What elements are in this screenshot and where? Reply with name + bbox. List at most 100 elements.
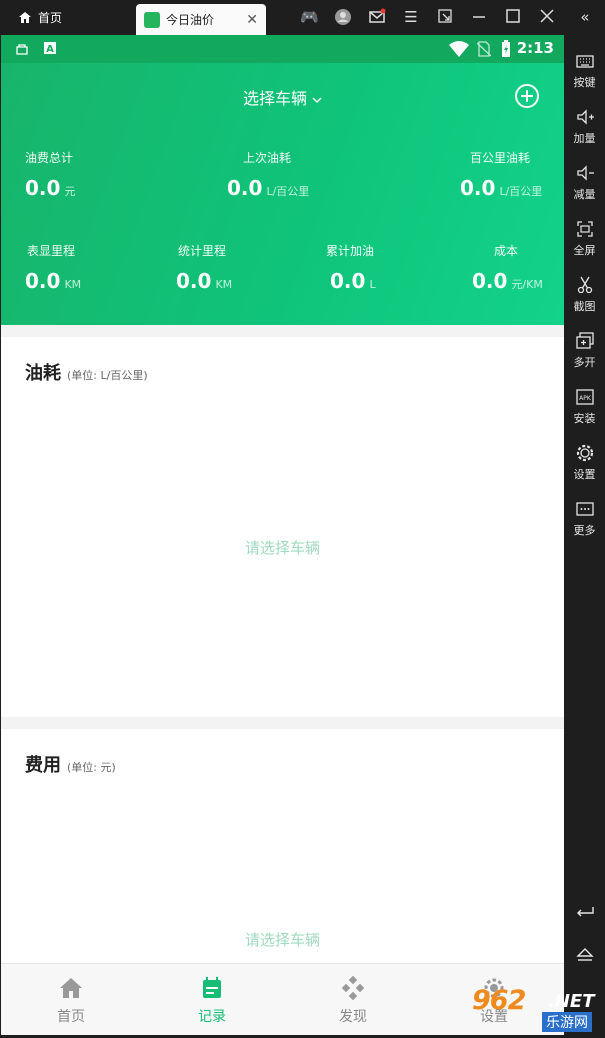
tab-home[interactable]: 首页 bbox=[36, 976, 106, 1026]
add-vehicle-icon[interactable] bbox=[514, 83, 540, 109]
card-title: 油耗 (单位: L/百公里) bbox=[25, 359, 148, 385]
sidebar-item-label: 安装 bbox=[573, 412, 596, 425]
empty-placeholder[interactable]: 请选择车辆 bbox=[1, 537, 564, 558]
home-tab-label: 首页 bbox=[38, 11, 63, 25]
sidebar-item-label: 多开 bbox=[573, 356, 596, 369]
watermark-domain: .NET bbox=[548, 991, 595, 1012]
app-tab[interactable]: 今日油价 ✕ bbox=[136, 4, 266, 35]
minimize-icon[interactable] bbox=[470, 8, 488, 26]
window-close-icon[interactable] bbox=[538, 8, 556, 26]
sidebar-item-fullscreen[interactable]: 全屏 bbox=[564, 219, 605, 258]
scissors-icon bbox=[577, 276, 592, 294]
sidebar-item-keys[interactable]: 按键 bbox=[564, 51, 605, 90]
app-icon bbox=[144, 11, 160, 28]
multi-instance-icon bbox=[575, 332, 594, 349]
stat-value: 0.0 bbox=[460, 176, 496, 200]
stat-label: 成本 bbox=[494, 244, 519, 258]
stat-last-consumption: 上次油耗 0.0 L/百公里 bbox=[227, 149, 309, 200]
android-home-button[interactable] bbox=[564, 945, 605, 968]
stat-value: 0.0 bbox=[472, 269, 508, 293]
tab-discover[interactable]: 发现 bbox=[318, 976, 388, 1026]
stat-label: 累计加油 bbox=[326, 244, 375, 258]
stat-value: 0.0 bbox=[25, 176, 61, 200]
vehicle-selector[interactable]: 选择车辆 bbox=[1, 85, 564, 109]
stat-label: 百公里油耗 bbox=[470, 151, 531, 165]
restore-icon[interactable] bbox=[436, 8, 454, 26]
collapse-sidebar-icon[interactable]: « bbox=[576, 8, 594, 26]
keyboard-a-icon: A bbox=[44, 42, 56, 55]
stat-label: 统计里程 bbox=[178, 244, 227, 258]
sidebar-item-label: 设置 bbox=[573, 468, 596, 481]
sidebar-item-more[interactable]: 更多 bbox=[564, 499, 605, 538]
stat-unit: KM bbox=[64, 278, 82, 291]
stat-value: 0.0 bbox=[330, 269, 366, 293]
stat-tracked-mileage: 统计里程 0.0 KM bbox=[176, 242, 232, 293]
card-subtitle: (单位: L/百公里) bbox=[67, 369, 148, 382]
sidebar-item-label: 减量 bbox=[573, 188, 596, 201]
card-title: 费用 (单位: 元) bbox=[25, 751, 116, 777]
sidebar-item-install[interactable]: APK 安装 bbox=[564, 387, 605, 426]
sidebar-item-screenshot[interactable]: 截图 bbox=[564, 275, 605, 314]
card-title-text: 油耗 bbox=[25, 363, 61, 384]
sidebar-item-volume-down[interactable]: 减量 bbox=[564, 163, 605, 202]
sidebar-item-multi-instance[interactable]: 多开 bbox=[564, 331, 605, 370]
stat-odometer: 表显里程 0.0 KM bbox=[25, 242, 81, 293]
fuel-consumption-card: 油耗 (单位: L/百公里) 请选择车辆 bbox=[1, 337, 564, 717]
battery-charging-icon bbox=[502, 40, 510, 57]
stat-label: 上次油耗 bbox=[243, 151, 292, 165]
back-icon bbox=[576, 907, 594, 917]
stat-unit: L/百公里 bbox=[266, 185, 310, 198]
card-title-text: 费用 bbox=[25, 755, 61, 776]
maximize-icon[interactable] bbox=[504, 8, 522, 26]
account-icon[interactable] bbox=[334, 8, 352, 26]
fullscreen-icon bbox=[576, 221, 593, 237]
calendar-icon bbox=[203, 977, 221, 998]
keyboard-icon bbox=[575, 55, 594, 68]
briefcase-icon bbox=[16, 44, 28, 55]
menu-icon[interactable]: ☰ bbox=[402, 8, 420, 26]
sidebar-item-settings[interactable]: 设置 bbox=[564, 443, 605, 482]
mail-icon[interactable] bbox=[368, 8, 386, 26]
status-time: 2:13 bbox=[516, 39, 554, 57]
stat-total-refuel: 累计加油 0.0 L bbox=[326, 242, 376, 293]
wifi-icon bbox=[449, 41, 469, 57]
status-bar: A 2:13 bbox=[1, 35, 564, 63]
gear-icon bbox=[576, 444, 593, 462]
site-watermark-logo: 962 .NET 乐游网 bbox=[470, 985, 605, 1035]
android-back-button[interactable] bbox=[564, 901, 605, 924]
apk-icon: APK bbox=[575, 389, 594, 405]
phone-screen: A 2:13 选择车辆 油费总计 0.0 元 上次油耗 0.0 L/百公里 百公里油… bbox=[1, 35, 564, 1035]
watermark-number: 962 bbox=[472, 985, 526, 1016]
empty-placeholder[interactable]: 请选择车辆 bbox=[1, 929, 564, 950]
gamepad-icon[interactable]: 🎮 bbox=[300, 8, 319, 26]
home-tab[interactable]: 首页 bbox=[18, 9, 62, 26]
tab-label: 发现 bbox=[339, 1009, 367, 1025]
no-sim-icon bbox=[477, 41, 491, 57]
stat-value: 0.0 bbox=[227, 176, 263, 200]
tab-records[interactable]: 记录 bbox=[177, 976, 247, 1026]
stat-value: 0.0 bbox=[25, 269, 61, 293]
home-icon bbox=[19, 12, 31, 23]
stat-unit: 元 bbox=[64, 185, 76, 198]
stat-label: 表显里程 bbox=[27, 244, 76, 258]
tab-label: 首页 bbox=[57, 1009, 85, 1025]
stat-cost-per-km: 成本 0.0 元/KM bbox=[472, 242, 543, 293]
sidebar-item-volume-up[interactable]: 加量 bbox=[564, 107, 605, 146]
card-subtitle: (单位: 元) bbox=[67, 761, 116, 774]
stat-value: 0.0 bbox=[176, 269, 212, 293]
svg-text:A: A bbox=[46, 44, 54, 55]
stat-fuel-cost-total: 油费总计 0.0 元 bbox=[25, 149, 75, 200]
close-icon[interactable]: ✕ bbox=[246, 12, 258, 28]
stat-unit: L bbox=[369, 278, 376, 291]
summary-header: 选择车辆 油费总计 0.0 元 上次油耗 0.0 L/百公里 百公里油耗 0.0 L/… bbox=[1, 63, 564, 325]
app-tab-label: 今日油价 bbox=[166, 13, 215, 27]
stat-unit: KM bbox=[215, 278, 233, 291]
chevron-down-icon bbox=[312, 97, 322, 104]
stat-unit: L/百公里 bbox=[499, 185, 543, 198]
stat-consumption-per-100km: 百公里油耗 0.0 L/百公里 bbox=[460, 149, 542, 200]
tab-label: 记录 bbox=[198, 1009, 226, 1025]
watermark-site-name: 乐游网 bbox=[542, 1012, 592, 1032]
more-icon bbox=[575, 502, 594, 516]
emulator-sidebar: 按键 加量 减量 全屏 截图 多开 APK 安装 设置 更多 bbox=[564, 35, 605, 1038]
sidebar-item-label: 加量 bbox=[573, 132, 596, 145]
